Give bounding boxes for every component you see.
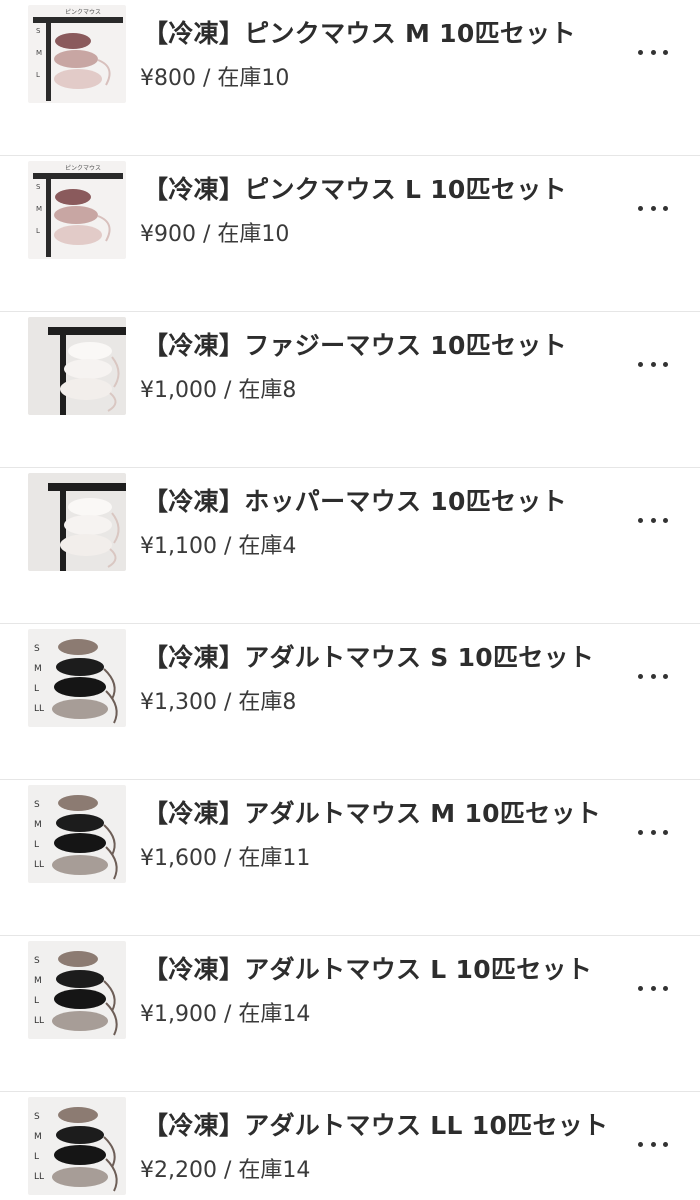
product-price-stock: ¥1,300 / 在庫8 — [140, 690, 297, 715]
more-horizontal-icon[interactable] — [638, 664, 668, 688]
product-list: ピンクマウス S M L 【冷凍】ピンクマウス M 10匹セット ¥800 / … — [0, 0, 700, 1200]
thumb-label: ピンクマウス — [65, 164, 101, 172]
svg-text:M: M — [36, 205, 42, 213]
product-thumbnail[interactable]: S M L LL — [28, 941, 126, 1039]
product-price-stock: ¥1,100 / 在庫4 — [140, 534, 297, 559]
product-thumbnail[interactable]: S M L LL — [28, 629, 126, 727]
product-title[interactable]: 【冷凍】ホッパーマウス 10匹セット — [143, 482, 567, 518]
more-horizontal-icon[interactable] — [638, 820, 668, 844]
svg-text:L: L — [34, 1152, 39, 1162]
product-title[interactable]: 【冷凍】アダルトマウス M 10匹セット — [143, 794, 601, 830]
svg-text:L: L — [34, 684, 39, 694]
product-row[interactable]: S M L LL 【冷凍】アダルトマウス M 10匹セット ¥1,600 / 在… — [0, 780, 700, 936]
more-horizontal-icon[interactable] — [638, 508, 668, 532]
product-price-stock: ¥1,600 / 在庫11 — [140, 846, 311, 871]
product-price-stock: ¥900 / 在庫10 — [140, 222, 290, 247]
product-price-stock: ¥800 / 在庫10 — [140, 66, 290, 91]
more-horizontal-icon[interactable] — [638, 40, 668, 64]
svg-text:S: S — [36, 183, 41, 191]
product-price-stock: ¥1,900 / 在庫14 — [140, 1002, 311, 1027]
thumb-label: ピンクマウス — [65, 8, 101, 16]
product-row[interactable]: S M L LL 【冷凍】アダルトマウス S 10匹セット ¥1,300 / 在… — [0, 624, 700, 780]
product-thumbnail[interactable] — [28, 317, 126, 415]
product-thumbnail[interactable]: ピンクマウス S M L — [28, 161, 126, 259]
svg-text:L: L — [34, 996, 39, 1006]
more-horizontal-icon[interactable] — [638, 1132, 668, 1156]
svg-text:LL: LL — [34, 704, 44, 714]
product-row[interactable]: S M L LL 【冷凍】アダルトマウス L 10匹セット ¥1,900 / 在… — [0, 936, 700, 1092]
product-row[interactable]: 【冷凍】ファジーマウス 10匹セット ¥1,000 / 在庫8 — [0, 312, 700, 468]
product-price-stock: ¥1,000 / 在庫8 — [140, 378, 297, 403]
product-title[interactable]: 【冷凍】アダルトマウス L 10匹セット — [143, 950, 592, 986]
svg-text:S: S — [34, 1112, 40, 1122]
product-row[interactable]: ピンクマウス S M L 【冷凍】ピンクマウス L 10匹セット ¥900 / … — [0, 156, 700, 312]
product-title[interactable]: 【冷凍】ファジーマウス 10匹セット — [143, 326, 567, 362]
svg-text:L: L — [36, 71, 40, 79]
svg-text:M: M — [34, 1132, 42, 1142]
svg-text:M: M — [34, 976, 42, 986]
product-thumbnail[interactable]: S M L LL — [28, 785, 126, 883]
product-thumbnail[interactable]: S M L LL — [28, 1097, 126, 1195]
product-title[interactable]: 【冷凍】アダルトマウス LL 10匹セット — [143, 1106, 608, 1142]
svg-text:LL: LL — [34, 860, 44, 870]
svg-text:M: M — [34, 664, 42, 674]
product-row[interactable]: ピンクマウス S M L 【冷凍】ピンクマウス M 10匹セット ¥800 / … — [0, 0, 700, 156]
more-horizontal-icon[interactable] — [638, 196, 668, 220]
svg-text:LL: LL — [34, 1016, 44, 1026]
more-horizontal-icon[interactable] — [638, 352, 668, 376]
svg-text:M: M — [34, 820, 42, 830]
svg-text:L: L — [36, 227, 40, 235]
svg-text:L: L — [34, 840, 39, 850]
svg-text:S: S — [34, 956, 40, 966]
product-title[interactable]: 【冷凍】ピンクマウス M 10匹セット — [143, 14, 576, 50]
svg-text:S: S — [34, 800, 40, 810]
svg-text:S: S — [36, 27, 41, 35]
svg-text:LL: LL — [34, 1172, 44, 1182]
product-thumbnail[interactable]: ピンクマウス S M L — [28, 5, 126, 103]
product-price-stock: ¥2,200 / 在庫14 — [140, 1158, 311, 1183]
svg-text:M: M — [36, 49, 42, 57]
product-row[interactable]: 【冷凍】ホッパーマウス 10匹セット ¥1,100 / 在庫4 — [0, 468, 700, 624]
product-title[interactable]: 【冷凍】アダルトマウス S 10匹セット — [143, 638, 594, 674]
more-horizontal-icon[interactable] — [638, 976, 668, 1000]
product-thumbnail[interactable] — [28, 473, 126, 571]
product-title[interactable]: 【冷凍】ピンクマウス L 10匹セット — [143, 170, 567, 206]
svg-text:S: S — [34, 644, 40, 654]
product-row[interactable]: S M L LL 【冷凍】アダルトマウス LL 10匹セット ¥2,200 / … — [0, 1092, 700, 1200]
